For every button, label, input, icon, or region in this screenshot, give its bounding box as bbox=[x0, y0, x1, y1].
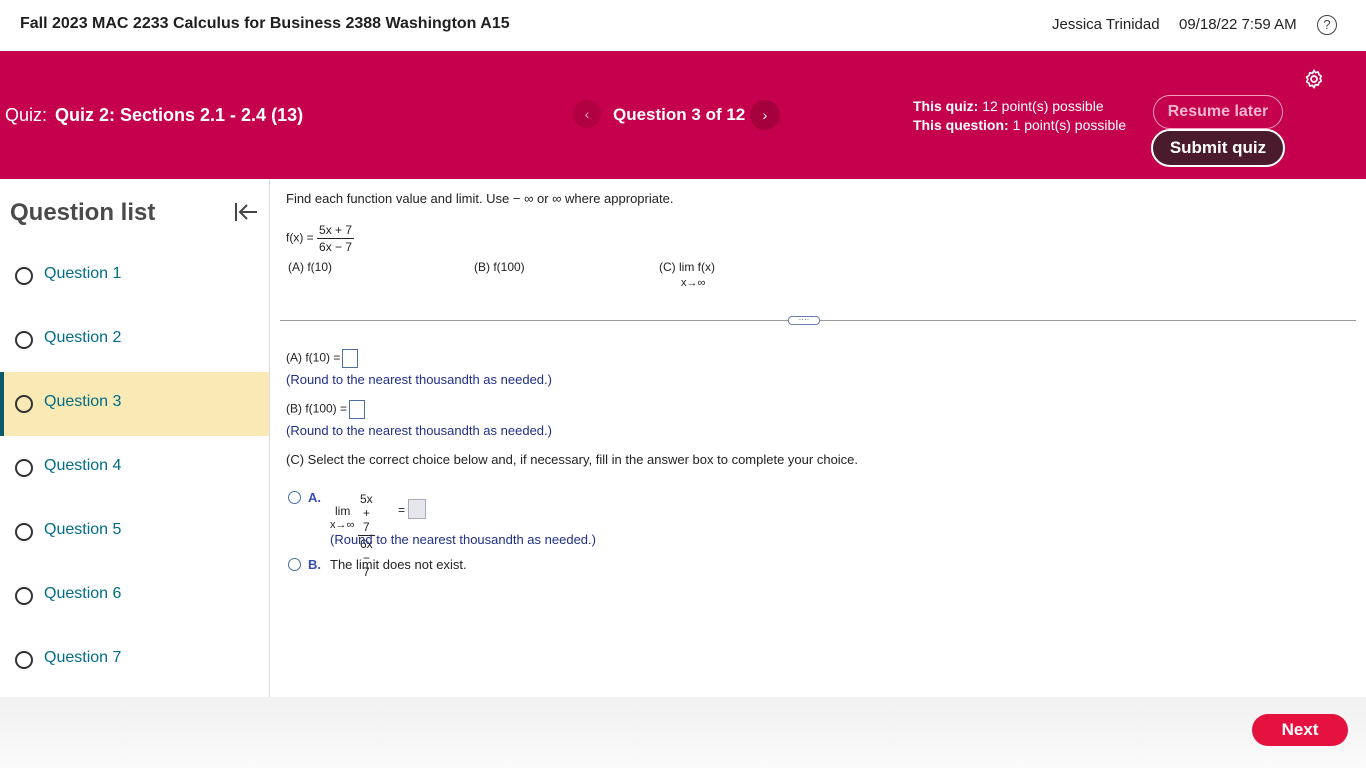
collapse-sidebar-icon[interactable] bbox=[233, 201, 259, 223]
question-status-icon bbox=[15, 267, 33, 285]
answer-a-label: (A) f(10) = bbox=[286, 350, 341, 365]
choice-b-radio[interactable] bbox=[288, 558, 301, 571]
question-list-label: Question 7 bbox=[44, 649, 122, 666]
choice-a-radio[interactable] bbox=[288, 491, 301, 504]
function-numerator: 5x + 7 bbox=[317, 223, 355, 239]
question-list-item-5[interactable]: Question 5 bbox=[0, 500, 269, 564]
quiz-header: Quiz: Quiz 2: Sections 2.1 - 2.4 (13) ‹ … bbox=[0, 51, 1366, 179]
choice-a-numerator: 5x + 7 bbox=[358, 492, 375, 536]
quiz-points-value: 12 point(s) possible bbox=[982, 98, 1104, 114]
question-list-label: Question 2 bbox=[44, 329, 122, 346]
part-c-text: (C) lim f(x) bbox=[659, 260, 715, 274]
question-list-label: Question 4 bbox=[44, 457, 122, 474]
answer-b-label: (B) f(100) = bbox=[286, 401, 348, 416]
choice-a-letter: A. bbox=[308, 490, 321, 505]
question-status-icon bbox=[15, 395, 33, 413]
help-icon[interactable]: ? bbox=[1317, 15, 1337, 35]
choice-b-letter: B. bbox=[308, 557, 321, 572]
question-points-label: This question: bbox=[913, 117, 1009, 133]
user-name: Jessica Trinidad bbox=[1052, 16, 1160, 33]
quiz-label: Quiz: bbox=[5, 105, 48, 125]
choice-b-text: The limit does not exist. bbox=[330, 557, 467, 572]
function-definition: f(x) = 5x + 7 6x − 7 bbox=[286, 223, 355, 254]
question-list-label: Question 3 bbox=[44, 393, 122, 410]
question-points-value: 1 point(s) possible bbox=[1012, 117, 1127, 133]
course-title: Fall 2023 MAC 2233 Calculus for Business… bbox=[20, 15, 510, 32]
answer-a-input[interactable] bbox=[342, 349, 359, 368]
question-list-item-4[interactable]: Question 4 bbox=[0, 436, 269, 500]
question-list-label: Question 6 bbox=[44, 585, 122, 602]
answer-c-instruction: (C) Select the correct choice below and,… bbox=[286, 452, 859, 467]
choice-a-input[interactable] bbox=[408, 499, 426, 519]
question-status-icon bbox=[15, 459, 33, 477]
question-list-title: Question list bbox=[10, 199, 156, 226]
submit-quiz-button[interactable]: Submit quiz bbox=[1151, 129, 1285, 167]
question-list-item-1[interactable]: Question 1 bbox=[0, 244, 269, 308]
divider-handle[interactable]: ···· bbox=[788, 316, 820, 325]
question-counter: Question 3 of 12 bbox=[613, 105, 746, 124]
quiz-points-label: This quiz: bbox=[913, 98, 979, 114]
choice-a-subscript: x→∞ bbox=[330, 519, 355, 531]
question-list-item-7[interactable]: Question 7 bbox=[0, 628, 269, 692]
choice-a-lim: lim bbox=[335, 504, 351, 518]
part-c-subscript: x→∞ bbox=[681, 277, 706, 289]
question-status-icon bbox=[15, 651, 33, 669]
gear-icon[interactable] bbox=[1303, 68, 1325, 90]
footer-bar: Next bbox=[0, 697, 1366, 768]
question-list-label: Question 5 bbox=[44, 521, 122, 538]
part-b-label: (B) f(100) bbox=[474, 260, 525, 274]
question-list-sidebar: Question list Question 1 Question 2 Ques… bbox=[0, 179, 270, 697]
question-panel: Find each function value and limit. Use … bbox=[270, 179, 1366, 697]
answer-b-input[interactable] bbox=[349, 400, 366, 419]
question-status-icon bbox=[15, 587, 33, 605]
question-list-label: Question 1 bbox=[44, 265, 122, 282]
part-a-label: (A) f(10) bbox=[288, 260, 333, 274]
previous-question-button[interactable]: ‹ bbox=[573, 100, 601, 128]
question-status-icon bbox=[15, 331, 33, 349]
question-list-item-3[interactable]: Question 3 bbox=[0, 372, 269, 436]
points-info: This quiz: 12 point(s) possible This que… bbox=[913, 97, 1126, 135]
datetime: 09/18/22 7:59 AM bbox=[1179, 16, 1297, 33]
answer-a-hint: (Round to the nearest thousandth as need… bbox=[286, 372, 552, 387]
next-question-button[interactable]: › bbox=[750, 100, 780, 130]
function-lhs: f(x) = bbox=[286, 230, 314, 245]
answer-b-line: (B) f(100) = bbox=[286, 400, 366, 419]
answer-b-hint: (Round to the nearest thousandth as need… bbox=[286, 423, 552, 438]
resume-later-button[interactable]: Resume later bbox=[1153, 95, 1283, 129]
choice-a-equals: = bbox=[398, 503, 406, 517]
answer-a-line: (A) f(10) = bbox=[286, 349, 359, 368]
question-prompt: Find each function value and limit. Use … bbox=[286, 191, 674, 206]
part-c-label: (C) lim f(x) x→∞ bbox=[659, 260, 715, 289]
question-list-item-2[interactable]: Question 2 bbox=[0, 308, 269, 372]
function-fraction: 5x + 7 6x − 7 bbox=[317, 223, 355, 254]
function-denominator: 6x − 7 bbox=[319, 240, 353, 254]
question-status-icon bbox=[15, 523, 33, 541]
question-list-item-6[interactable]: Question 6 bbox=[0, 564, 269, 628]
next-button[interactable]: Next bbox=[1252, 714, 1348, 746]
choice-a-hint: (Round to the nearest thousandth as need… bbox=[330, 532, 596, 547]
quiz-name: Quiz 2: Sections 2.1 - 2.4 (13) bbox=[55, 105, 304, 125]
top-bar: Fall 2023 MAC 2233 Calculus for Business… bbox=[0, 0, 1366, 51]
